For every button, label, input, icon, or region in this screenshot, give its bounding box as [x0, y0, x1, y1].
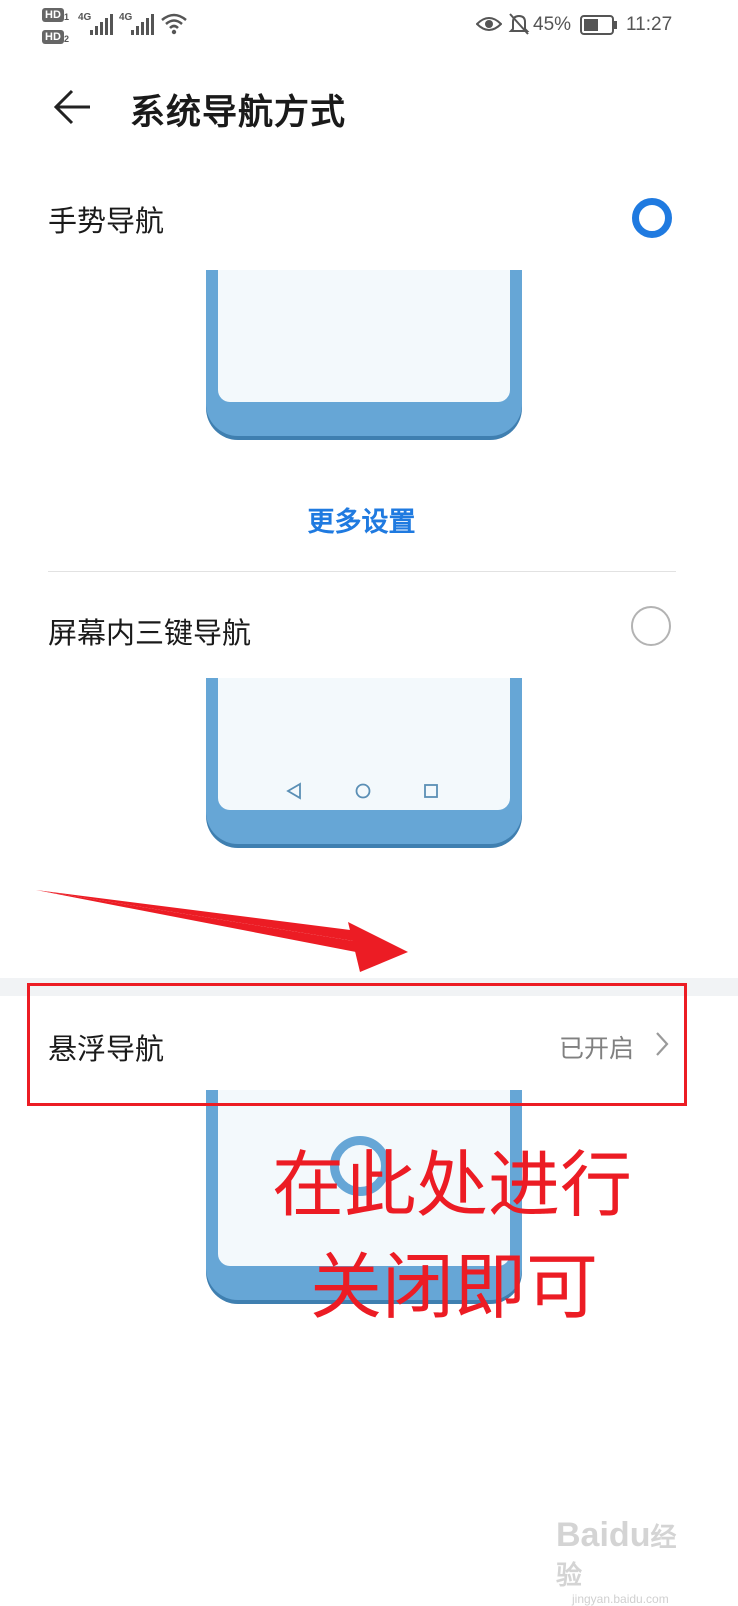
battery-icon	[580, 15, 617, 35]
three-key-nav-radio[interactable]	[631, 606, 671, 646]
arrow-left-icon[interactable]	[52, 88, 92, 126]
annotation-line1: 在此处进行	[272, 1146, 633, 1226]
signal-icon	[131, 14, 154, 35]
back-key-icon	[286, 782, 301, 800]
battery-percent: 45%	[533, 14, 572, 35]
baidu-watermark: Baidu经验 jingyan.baidu.com	[556, 1516, 696, 1606]
eye-icon	[476, 17, 502, 31]
page-title: 系统导航方式	[130, 93, 347, 133]
hd-badge-2: HD	[42, 30, 64, 44]
three-key-nav-option[interactable]: 屏幕内三键导航	[0, 590, 723, 860]
red-arrow-annotation	[36, 890, 408, 972]
bell-muted-icon	[508, 13, 530, 35]
gesture-nav-option[interactable]: 手势导航	[0, 180, 723, 480]
more-settings-link[interactable]: 更多设置	[0, 500, 723, 539]
watermark-brand2: du	[608, 1516, 651, 1554]
three-key-nav-illustration	[206, 678, 522, 844]
hd-badge-1: HD	[42, 8, 64, 22]
status-bar: HD 1 HD 2 4G 4G 45% 11:27	[0, 0, 738, 52]
clock: 11:27	[626, 14, 673, 35]
watermark-url: jingyan.baidu.com	[572, 1592, 669, 1606]
gesture-nav-illustration	[206, 270, 522, 436]
gesture-nav-radio[interactable]	[632, 198, 672, 238]
annotation-line2: 关闭即可	[310, 1248, 599, 1328]
watermark-brand: Bai	[556, 1516, 609, 1554]
highlight-box	[27, 983, 687, 1106]
home-key-icon	[355, 783, 371, 799]
sim1-number: 1	[64, 12, 70, 22]
sim2-number: 2	[64, 34, 70, 44]
phone-screen	[218, 270, 510, 402]
recent-key-icon	[424, 784, 438, 798]
gesture-nav-label: 手势导航	[48, 204, 165, 238]
divider	[48, 571, 676, 572]
phone-screen	[218, 678, 510, 810]
signal-icon	[90, 14, 113, 35]
wifi-icon	[161, 13, 187, 35]
three-key-nav-label: 屏幕内三键导航	[48, 616, 252, 650]
